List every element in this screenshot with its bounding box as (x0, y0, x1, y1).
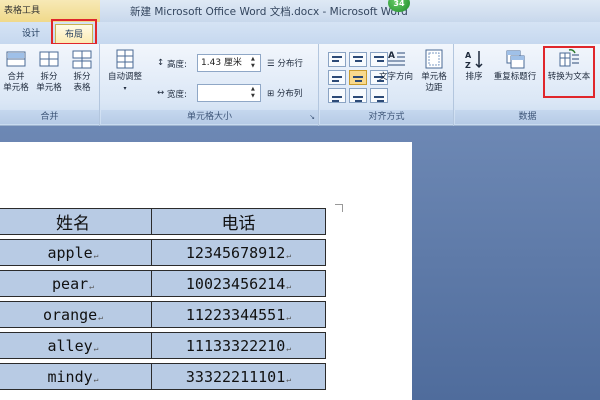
cell-end-mark-icon: ↵ (93, 250, 99, 260)
width-spinner-arrows[interactable]: ▲ ▼ (251, 86, 259, 100)
phone-cell[interactable]: 10023456214↵ (152, 270, 326, 297)
split-cells-button[interactable]: 拆分 单元格 (33, 48, 65, 94)
autofit-icon (116, 49, 134, 69)
cell-end-mark-icon: ↵ (286, 343, 292, 353)
align-bottom-left-button[interactable] (328, 88, 346, 103)
name-cell[interactable]: apple↵ (0, 239, 152, 266)
tab-design[interactable]: 设计 (14, 24, 48, 44)
split-table-label: 拆分 表格 (73, 72, 91, 93)
alignment-group: A 文字方向 单元格 边距 对齐方式 (320, 44, 454, 126)
align-top-left-button[interactable] (328, 52, 346, 67)
contacts-table[interactable]: 姓名 电话 apple↵ 12345678912↵ pear↵ 10023456… (0, 204, 326, 394)
repeat-header-rows-icon (506, 50, 525, 69)
height-spinner-arrows[interactable]: ▲ ▼ (251, 56, 259, 70)
cell-margins-icon (425, 49, 443, 69)
split-table-button[interactable]: 拆分 表格 (66, 48, 98, 94)
height-value: 1.43 厘米 (201, 58, 242, 68)
table-tools-label: 表格工具 (4, 6, 41, 16)
repeat-header-rows-button[interactable]: 重复标题行 (489, 48, 541, 83)
height-label: 高度: (167, 60, 187, 70)
data-group-label: 数据 (455, 110, 600, 124)
table-header-row[interactable]: 姓名 电话 (0, 208, 326, 235)
name-cell[interactable]: mindy↵ (0, 363, 152, 390)
repeat-header-rows-label: 重复标题行 (493, 72, 537, 82)
distribute-rows-button[interactable]: ☰ 分布行 (267, 57, 303, 69)
convert-to-text-highlight-box (543, 46, 595, 98)
sort-button[interactable]: A Z 排序 (459, 48, 489, 83)
phone-cell[interactable]: 12345678912↵ (152, 239, 326, 266)
distribute-rows-label: 分布行 (277, 59, 303, 69)
text-direction-button[interactable]: A 文字方向 (374, 48, 418, 83)
name-cell[interactable]: pear↵ (0, 270, 152, 297)
cell-size-group-title: 单元格大小 (186, 112, 232, 122)
text-direction-label: 文字方向 (378, 72, 413, 82)
table-row[interactable]: apple↵ 12345678912↵ (0, 239, 326, 266)
table-row[interactable]: alley↵ 11133322210↵ (0, 332, 326, 359)
split-cells-label: 拆分 单元格 (36, 72, 62, 93)
height-input[interactable]: 1.43 厘米 ▲ ▼ (197, 54, 261, 72)
cell-end-mark-icon: ↵ (286, 281, 292, 291)
distribute-columns-label: 分布列 (276, 89, 303, 99)
header-cell-name[interactable]: 姓名 (0, 208, 152, 235)
align-top-center-button[interactable] (349, 52, 367, 67)
cell-size-group: 自动调整 ▾ ↕ 高度: 1.43 厘米 ▲ ▼ ↔ 宽度: ▲ ▼ ☰ 分布行 ⊞… (101, 44, 319, 126)
height-icon: ↕ (157, 58, 165, 68)
cell-end-mark-icon: ↵ (93, 374, 99, 384)
merge-cells-icon (6, 51, 26, 67)
table-row[interactable]: orange↵ 11223344551↵ (0, 301, 326, 328)
split-cells-icon (39, 51, 59, 67)
autofit-button[interactable]: 自动调整 ▾ (103, 48, 147, 94)
text-direction-icon: A (388, 51, 405, 66)
align-middle-center-button[interactable] (349, 70, 367, 85)
split-table-icon (72, 50, 92, 69)
table-row[interactable]: mindy↵ 33322211101↵ (0, 363, 326, 390)
name-cell[interactable]: orange↵ (0, 301, 152, 328)
phone-cell[interactable]: 11133322210↵ (152, 332, 326, 359)
autofit-dropdown-arrow: ▾ (123, 85, 127, 92)
document-page[interactable]: 姓名 电话 apple↵ 12345678912↵ pear↵ 10023456… (0, 142, 412, 400)
distribute-columns-button[interactable]: ⊞ 分布列 (267, 87, 302, 99)
cell-end-mark-icon: ↵ (286, 374, 292, 384)
name-cell[interactable]: alley↵ (0, 332, 152, 359)
distribute-columns-icon: ⊞ (267, 89, 275, 99)
merge-cells-label: 合并 单元格 (3, 72, 29, 93)
ribbon: 合并 单元格 拆分 单元格 拆分 表格 合并 自动调整 ▾ ↕ 高度: 1.43… (0, 44, 600, 126)
cell-end-mark-icon: ↵ (98, 312, 103, 322)
cell-size-dialog-launcher-icon[interactable]: ↘ (309, 110, 315, 124)
align-bottom-right-button[interactable] (370, 88, 388, 103)
layout-tab-highlight-box (51, 19, 97, 45)
cell-end-mark-icon: ↵ (93, 343, 99, 353)
align-bottom-center-button[interactable] (349, 88, 367, 103)
sort-az-icon: A Z (465, 51, 483, 70)
width-label: 宽度: (167, 90, 187, 100)
merge-cells-button[interactable]: 合并 单元格 (0, 48, 32, 94)
merge-group: 合并 单元格 拆分 单元格 拆分 表格 合并 (0, 44, 100, 126)
width-icon: ↔ (157, 88, 165, 98)
cell-end-mark-icon: ↵ (286, 250, 292, 260)
window-title: 新建 Microsoft Office Word 文档.docx - Micro… (130, 6, 408, 18)
align-middle-left-button[interactable] (328, 70, 346, 85)
alignment-group-label: 对齐方式 (320, 110, 453, 124)
merge-group-label: 合并 (0, 110, 99, 124)
table-row[interactable]: pear↵ 10023456214↵ (0, 270, 326, 297)
sort-label: 排序 (465, 72, 483, 82)
document-area: 姓名 电话 apple↵ 12345678912↵ pear↵ 10023456… (0, 126, 600, 400)
margin-corner-mark (335, 204, 343, 212)
phone-cell[interactable]: 33322211101↵ (152, 363, 326, 390)
cell-end-mark-icon: ↵ (89, 281, 94, 291)
cell-margins-button[interactable]: 单元格 边距 (414, 48, 454, 94)
width-input[interactable]: ▲ ▼ (197, 84, 261, 102)
cell-end-mark-icon: ↵ (286, 312, 292, 322)
cell-size-group-label: 单元格大小 ↘ (101, 110, 318, 124)
autofit-label: 自动调整 (107, 72, 142, 82)
header-cell-phone[interactable]: 电话 (152, 208, 326, 235)
svg-text:A: A (388, 51, 395, 61)
cell-margins-label: 单元格 边距 (421, 72, 447, 93)
distribute-rows-icon: ☰ (267, 59, 275, 69)
svg-text:A: A (465, 51, 472, 60)
svg-text:Z: Z (465, 61, 471, 70)
phone-cell[interactable]: 11223344551↵ (152, 301, 326, 328)
